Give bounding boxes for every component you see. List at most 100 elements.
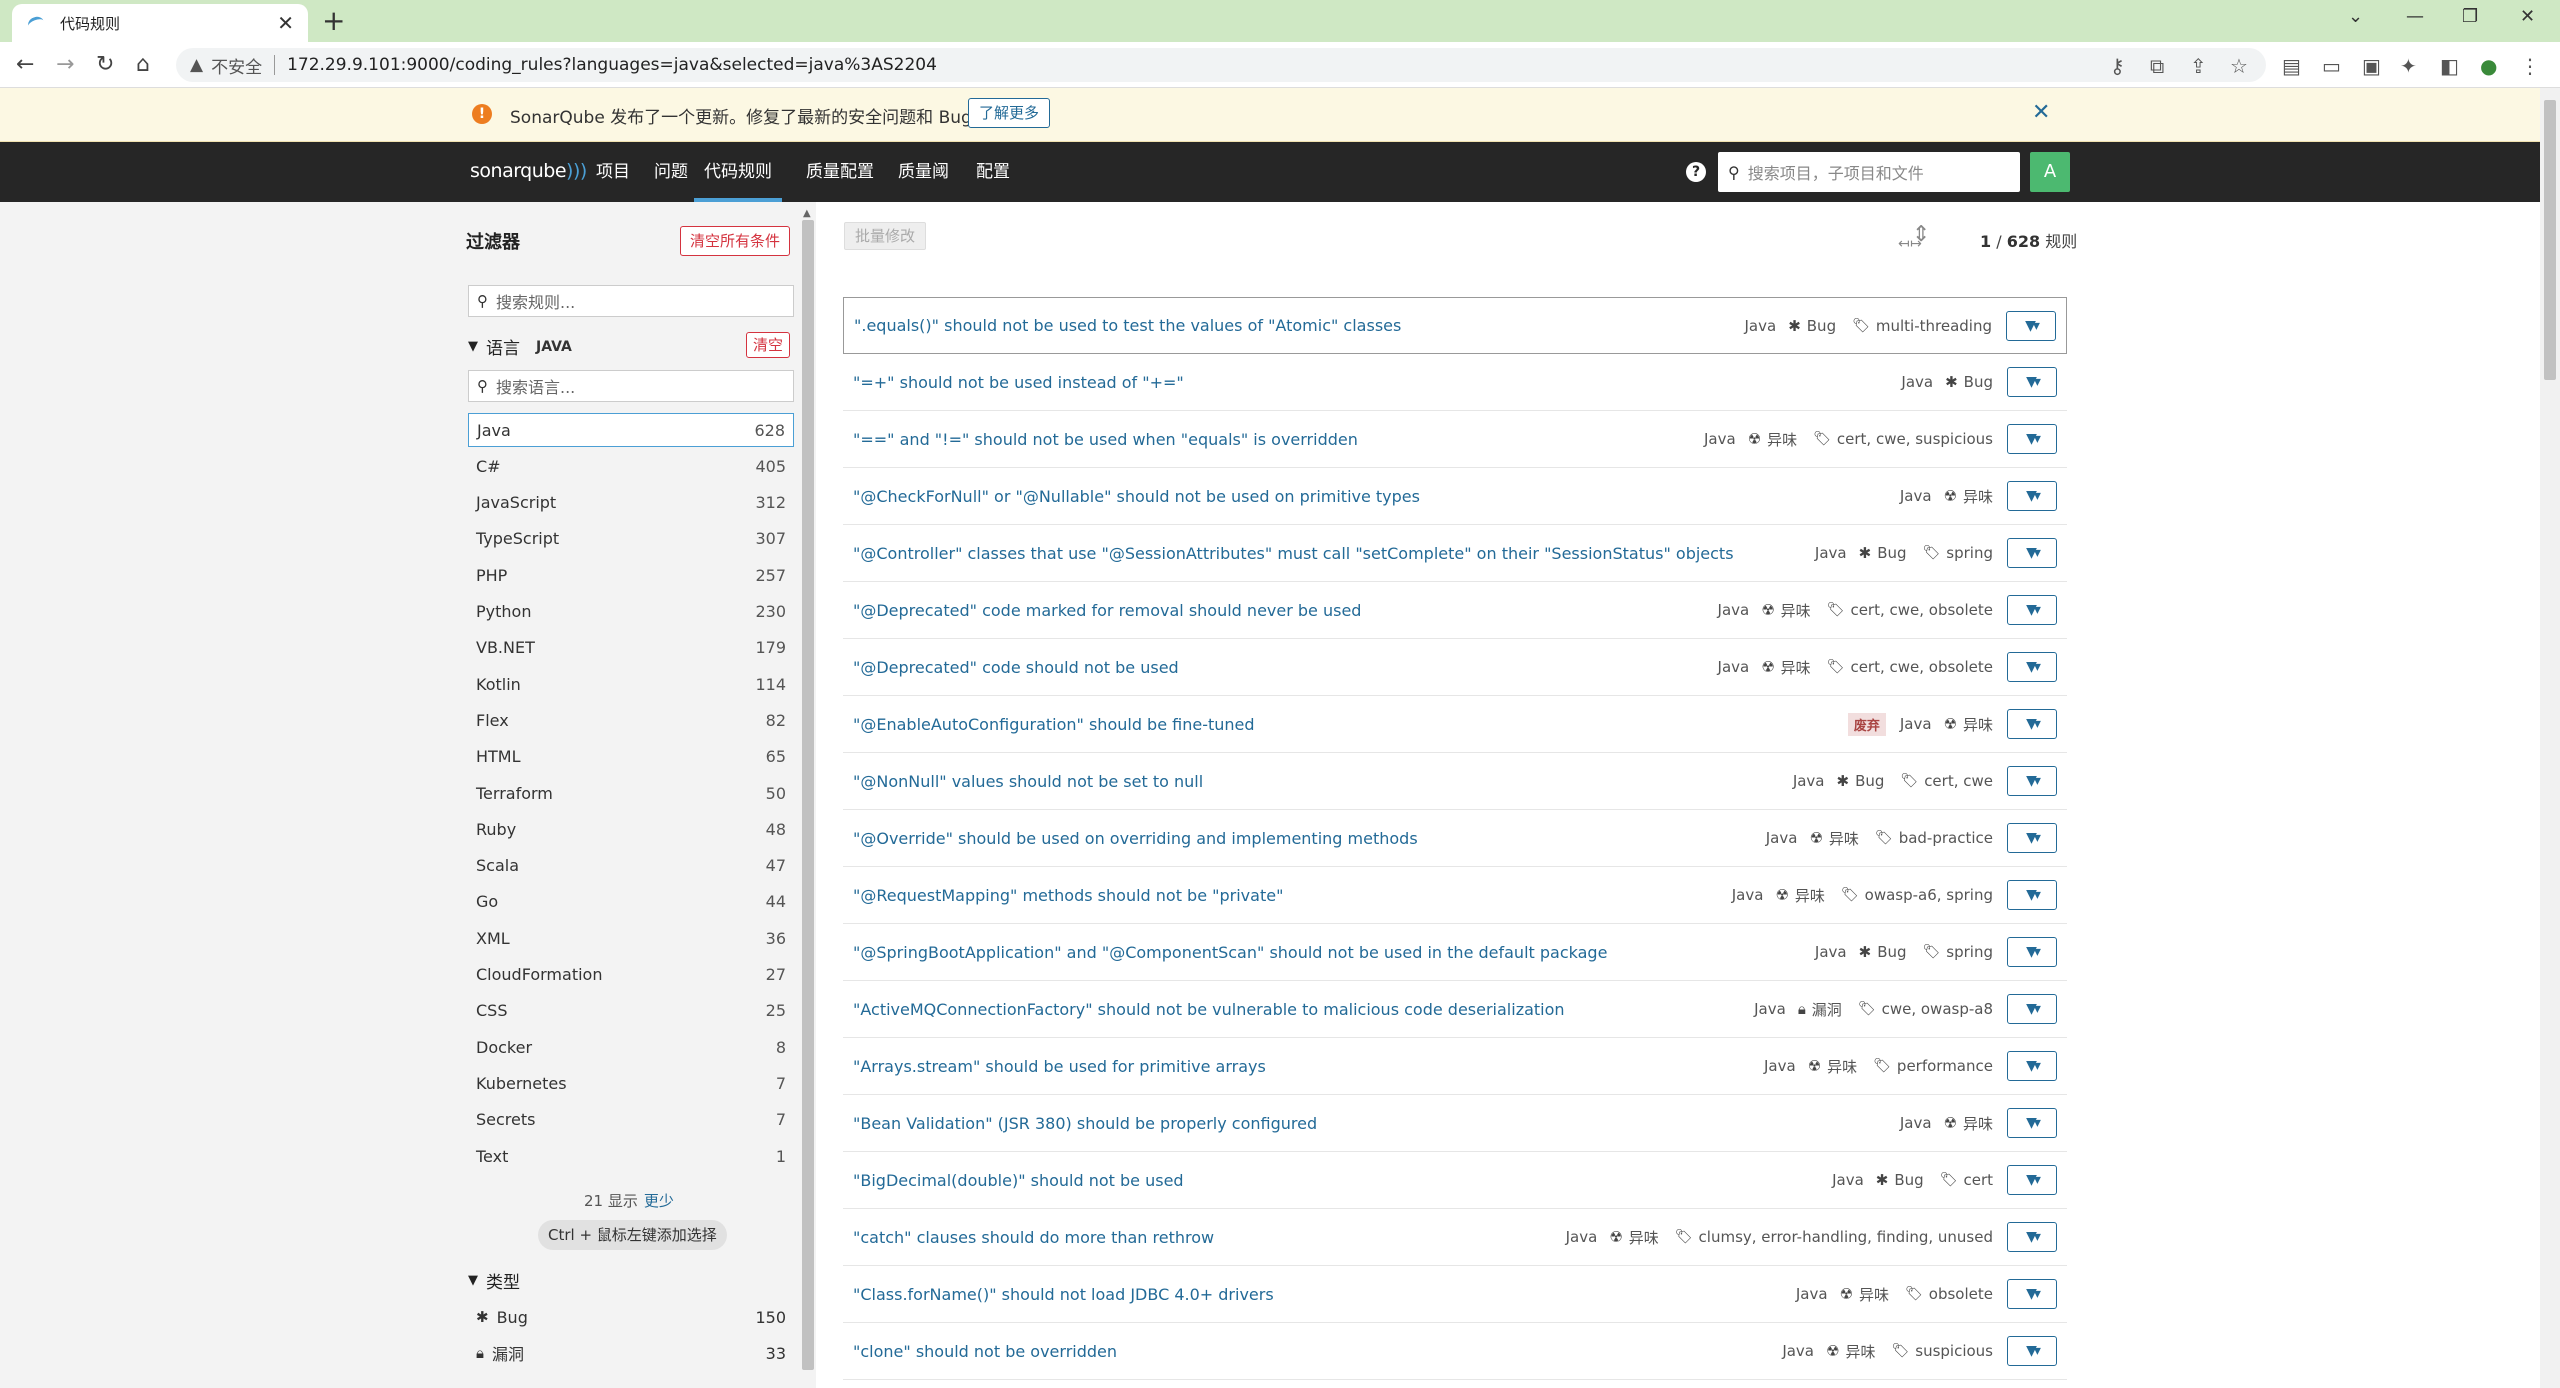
nav-quality-profiles[interactable]: 质量配置 (806, 142, 874, 202)
learn-more-button[interactable]: 了解更多 (968, 98, 1051, 128)
rule-filter-dropdown-button[interactable]: ▼▾ (2007, 709, 2057, 739)
rule-tags[interactable]: multi-threading (1876, 317, 1992, 335)
language-facet-item[interactable]: Terraform 50 (468, 776, 794, 810)
close-window-icon[interactable]: ✕ (2520, 6, 2535, 27)
profile-icon[interactable]: ● (2480, 54, 2497, 78)
screen-icon[interactable]: ▭ (2322, 54, 2341, 78)
nav-administration[interactable]: 配置 (976, 142, 1010, 202)
sonarqube-logo[interactable]: sonarqube))) (470, 160, 587, 182)
sidebar-scrollbar[interactable]: ▲ (800, 208, 816, 1388)
minimize-icon[interactable]: — (2406, 6, 2424, 27)
language-facet-item[interactable]: XML 36 (468, 921, 794, 955)
rule-name-link[interactable]: "==" and "!=" should not be used when "e… (853, 430, 1704, 449)
rule-filter-dropdown-button[interactable]: ▼▾ (2007, 595, 2057, 625)
language-facet-item[interactable]: Flex 82 (468, 703, 794, 737)
language-facet-item[interactable]: Text 1 (468, 1139, 794, 1173)
rule-name-link[interactable]: "=+" should not be used instead of "+=" (853, 373, 1901, 392)
rule-tags[interactable]: cert, cwe, obsolete (1850, 658, 1993, 676)
rule-row[interactable]: "@Deprecated" code should not be used Jav… (843, 639, 2067, 696)
rule-tags[interactable]: suspicious (1915, 1342, 1993, 1360)
rule-filter-dropdown-button[interactable]: ▼▾ (2006, 310, 2056, 341)
sidebar-scroll-thumb[interactable] (802, 220, 814, 1370)
rule-filter-dropdown-button[interactable]: ▼▾ (2007, 823, 2057, 853)
rule-row[interactable]: "clone" should not be overridden Java ☢ 异味 🏷… (843, 1323, 2067, 1380)
rule-tags[interactable]: cert (1963, 1171, 1993, 1189)
type-facet-item-bug[interactable]: ✱ Bug 150 (468, 1300, 794, 1334)
url-field[interactable]: ▲ 不安全 172.29.9.101:9000/coding_rules?lan… (176, 48, 2266, 82)
rule-row[interactable]: "==" and "!=" should not be used when "e… (843, 411, 2067, 468)
rule-tags[interactable]: cert, cwe, suspicious (1837, 430, 1993, 448)
rule-filter-dropdown-button[interactable]: ▼▾ (2007, 367, 2057, 397)
reload-icon[interactable]: ↻ (96, 52, 114, 77)
rule-filter-dropdown-button[interactable]: ▼▾ (2007, 538, 2057, 568)
rule-row[interactable]: "@SpringBootApplication" and "@Component… (843, 924, 2067, 981)
close-notice-icon[interactable]: ✕ (2032, 100, 2050, 125)
extension-badge-icon[interactable]: ▣ (2362, 54, 2381, 78)
menu-kebab-icon[interactable]: ⋮ (2520, 54, 2540, 78)
global-search-input[interactable]: ⚲ 搜索项目，子项目和文件 (1718, 152, 2020, 192)
rule-name-link[interactable]: "@Deprecated" code should not be used (853, 658, 1718, 677)
rule-row[interactable]: "catch" clauses should do more than reth… (843, 1209, 2067, 1266)
language-facet-item[interactable]: Secrets 7 (468, 1103, 794, 1137)
rule-row[interactable]: "BigDecimal(double)" should not be used J… (843, 1152, 2067, 1209)
rule-name-link[interactable]: "@EnableAutoConfiguration" should be fin… (853, 715, 1848, 734)
type-facet-item-vulnerability[interactable]: 🔒︎ 漏洞 33 (468, 1336, 794, 1370)
rule-name-link[interactable]: "@Controller" classes that use "@Session… (853, 544, 1815, 563)
rule-tags[interactable]: bad-practice (1899, 829, 1993, 847)
back-icon[interactable]: ← (16, 52, 34, 77)
rule-filter-dropdown-button[interactable]: ▼▾ (2007, 481, 2057, 511)
rule-row[interactable]: "=+" should not be used instead of "+=" J… (843, 354, 2067, 411)
rule-filter-dropdown-button[interactable]: ▼▾ (2007, 1165, 2057, 1195)
rule-row[interactable]: "Bean Validation" (JSR 380) should be pr… (843, 1095, 2067, 1152)
language-facet-item[interactable]: CSS 25 (468, 994, 794, 1028)
rule-name-link[interactable]: "Class.forName()" should not load JDBC 4… (853, 1285, 1796, 1304)
rule-filter-dropdown-button[interactable]: ▼▾ (2007, 880, 2057, 910)
rule-name-link[interactable]: "Bean Validation" (JSR 380) should be pr… (853, 1114, 1900, 1133)
scroll-up-icon[interactable]: ▲ (803, 208, 811, 219)
share-icon[interactable]: ⇪ (2190, 54, 2207, 78)
language-search-input[interactable]: ⚲ 搜索语言... (468, 370, 794, 402)
language-facet-item[interactable]: Kubernetes 7 (468, 1066, 794, 1100)
sidepanel-icon[interactable]: ◧ (2440, 54, 2459, 78)
nav-issues[interactable]: 问题 (654, 142, 688, 202)
rule-row[interactable]: "ActiveMQConnectionFactory" should not b… (843, 981, 2067, 1038)
rule-name-link[interactable]: "Arrays.stream" should be used for primi… (853, 1057, 1764, 1076)
language-facet-item[interactable]: Docker 8 (468, 1030, 794, 1064)
language-facet-item[interactable]: TypeScript 307 (468, 522, 794, 556)
rule-filter-dropdown-button[interactable]: ▼▾ (2007, 1108, 2057, 1138)
rule-tags[interactable]: cwe, owasp-a8 (1882, 1000, 1993, 1018)
language-facet-item[interactable]: JavaScript 312 (468, 486, 794, 520)
language-facet-item[interactable]: Go 44 (468, 885, 794, 919)
rule-row[interactable]: "@Controller" classes that use "@Session… (843, 525, 2067, 582)
language-facet-item[interactable]: CloudFormation 27 (468, 958, 794, 992)
rule-name-link[interactable]: "@Override" should be used on overriding… (853, 829, 1766, 848)
rule-name-link[interactable]: "catch" clauses should do more than reth… (853, 1228, 1566, 1247)
rule-name-link[interactable]: "@RequestMapping" methods should not be … (853, 886, 1732, 905)
rule-filter-dropdown-button[interactable]: ▼▾ (2007, 994, 2057, 1024)
language-facet-item[interactable]: PHP 257 (468, 558, 794, 592)
rule-tags[interactable]: spring (1946, 943, 1993, 961)
type-facet-header[interactable]: ▼ 类型 (468, 1268, 520, 1293)
rule-row[interactable]: "Arrays.stream" should be used for primi… (843, 1038, 2067, 1095)
rule-tags[interactable]: clumsy, error-handling, finding, unused (1699, 1228, 1993, 1246)
show-less-link[interactable]: 更少 (644, 1192, 674, 1210)
rule-tags[interactable]: obsolete (1929, 1285, 1993, 1303)
language-facet-item[interactable]: HTML 65 (468, 740, 794, 774)
language-facet-item[interactable]: Kotlin 114 (468, 667, 794, 701)
rule-row[interactable]: "@Override" should be used on overriding… (843, 810, 2067, 867)
rule-row[interactable]: "@CheckForNull" or "@Nullable" should no… (843, 468, 2067, 525)
tab-search-icon[interactable]: ⌄ (2348, 6, 2363, 27)
rule-row[interactable]: ".equals()" should not be used to test t… (843, 297, 2067, 354)
rule-name-link[interactable]: ".equals()" should not be used to test t… (854, 316, 1745, 335)
language-facet-item[interactable]: Python 230 (468, 595, 794, 629)
clear-all-filters-button[interactable]: 清空所有条件 (680, 226, 791, 256)
rule-filter-dropdown-button[interactable]: ▼▾ (2007, 652, 2057, 682)
rule-name-link[interactable]: "clone" should not be overridden (853, 1342, 1782, 1361)
page-scroll-thumb[interactable] (2544, 100, 2556, 380)
language-facet-header[interactable]: ▼ 语言 JAVA (468, 334, 572, 360)
help-icon[interactable]: ? (1686, 162, 1706, 182)
clear-language-button[interactable]: 清空 (746, 332, 791, 358)
language-facet-item[interactable]: Java 628 (468, 413, 794, 447)
rule-tags[interactable]: spring (1946, 544, 1993, 562)
rule-search-input[interactable]: ⚲ 搜索规则... (468, 285, 794, 317)
